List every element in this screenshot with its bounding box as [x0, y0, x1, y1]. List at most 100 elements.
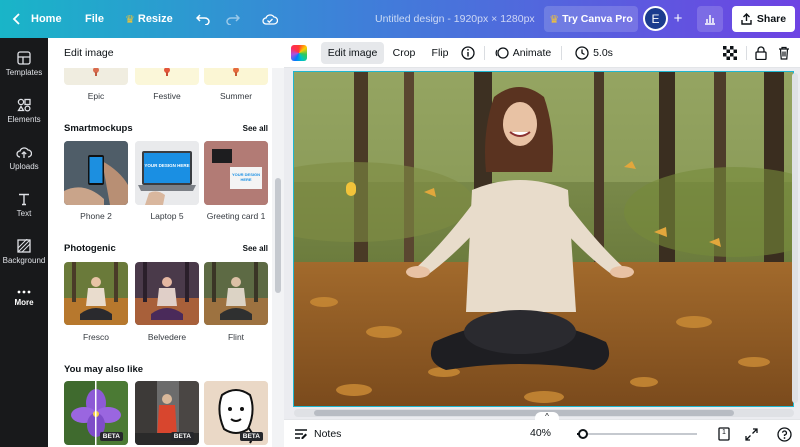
help-button[interactable]: [775, 425, 793, 443]
rail-label: More: [14, 298, 34, 307]
zoom-slider-knob[interactable]: [578, 429, 588, 439]
undo-button[interactable]: [196, 0, 210, 38]
rail-label: Background: [2, 256, 46, 265]
autumn-woman-photo: [294, 72, 793, 406]
panel-scroll-thumb[interactable]: [275, 178, 281, 293]
photogenic-caption: Fresco: [83, 332, 109, 342]
design-title[interactable]: Untitled design - 1920px × 1280px: [375, 0, 535, 38]
photogenic-thumb-flint[interactable]: [204, 262, 268, 325]
avatar[interactable]: E: [643, 6, 668, 31]
help-icon: [776, 426, 792, 442]
rail-item-elements[interactable]: Elements: [0, 89, 48, 133]
insights-button[interactable]: [697, 6, 723, 32]
page-count-button[interactable]: 1: [715, 425, 733, 443]
notes-icon: [295, 429, 307, 439]
rail-label: Elements: [7, 115, 41, 124]
photogenic-see-all-link[interactable]: See all: [243, 244, 268, 253]
bottom-bar: ^ Notes 40% 1: [284, 412, 800, 447]
color-picker-swatch[interactable]: [291, 45, 307, 61]
photogenic-thumb-fresco[interactable]: [64, 262, 128, 325]
filter-caption: Epic: [87, 91, 105, 101]
try-canva-pro-button[interactable]: ♛ Try Canva Pro: [544, 6, 638, 32]
phone-mockup-preview: [64, 141, 128, 205]
lock-icon: [755, 46, 767, 60]
home-button[interactable]: Home: [12, 0, 62, 38]
chevron-left-icon: [12, 13, 20, 25]
info-button[interactable]: [460, 42, 476, 64]
cloud-save-button[interactable]: [262, 0, 278, 38]
uploads-icon: [16, 147, 32, 158]
mockup-caption: Laptop 5: [150, 211, 184, 221]
editor-toolbar: Edit image Crop Flip Animate 5.0s: [284, 38, 800, 68]
beta-badge: BETA: [239, 432, 263, 441]
transparency-button[interactable]: [722, 42, 738, 64]
photogenic-heading: Photogenic: [64, 243, 116, 254]
resize-button[interactable]: ♛ Resize: [125, 0, 173, 38]
add-member-icon[interactable]: +: [670, 10, 686, 28]
elements-icon: [17, 98, 31, 112]
notes-label: Notes: [314, 428, 342, 440]
also-like-heading: You may also like: [64, 364, 144, 375]
top-bar: Home File ♛ Resize Untitled design - 192…: [0, 0, 800, 38]
notes-button[interactable]: Notes: [294, 425, 341, 443]
mockup-thumb-greeting-card[interactable]: YOUR DESIGN HERE: [204, 141, 268, 205]
mockup-thumb-phone[interactable]: [64, 141, 128, 205]
rail-label: Text: [16, 209, 32, 218]
edit-image-button[interactable]: Edit image: [321, 42, 384, 64]
canvas-area: [284, 69, 800, 419]
mockup-caption: Phone 2: [80, 211, 112, 221]
rail-item-background[interactable]: Background: [0, 230, 48, 274]
duration-button[interactable]: 5.0s: [573, 42, 615, 64]
redo-icon: [226, 14, 240, 25]
beta-badge: BETA: [170, 432, 194, 441]
canvas-vertical-scrollbar[interactable]: [792, 73, 798, 403]
cloud-check-icon: [262, 14, 278, 25]
rail-item-more[interactable]: More: [0, 276, 48, 320]
smartmockups-see-all-link[interactable]: See all: [243, 124, 268, 133]
redo-button[interactable]: [226, 0, 240, 38]
rail-label: Templates: [5, 68, 43, 77]
templates-icon: [17, 51, 31, 65]
canvas-photo[interactable]: [293, 71, 794, 407]
transparency-icon: [723, 46, 737, 60]
also-like-thumb-street[interactable]: BETA: [135, 381, 199, 445]
crown-icon: ♛: [125, 13, 135, 26]
photogenic-thumb-belvedere[interactable]: [135, 262, 199, 325]
panel-scrollbar[interactable]: [272, 38, 284, 447]
also-like-thumb-face-sketch[interactable]: BETA: [204, 381, 268, 445]
share-label: Share: [756, 13, 787, 25]
resize-label: Resize: [137, 13, 173, 25]
duration-label: 5.0s: [593, 47, 613, 59]
edit-image-panel: Edit image Epic Festive Summer Smartmock…: [48, 38, 284, 447]
photogenic-caption: Flint: [227, 332, 245, 342]
smartmockups-heading: Smartmockups: [64, 123, 133, 134]
canvas-horizontal-scroll-thumb[interactable]: [314, 410, 734, 416]
also-like-thumb-flower[interactable]: BETA: [64, 381, 128, 445]
filter-caption: Festive: [153, 91, 181, 101]
laptop-mockup-preview: [135, 141, 199, 205]
rail-item-uploads[interactable]: Uploads: [0, 136, 48, 180]
fullscreen-button[interactable]: [742, 425, 760, 443]
crop-button[interactable]: Crop: [390, 42, 418, 64]
rail-item-text[interactable]: Text: [0, 183, 48, 227]
more-icon: [17, 290, 31, 294]
rail-item-templates[interactable]: Templates: [0, 42, 48, 86]
fresco-preview: [64, 262, 128, 325]
file-menu-button[interactable]: File: [85, 0, 104, 38]
animate-button[interactable]: Animate: [493, 42, 553, 64]
info-icon: [461, 46, 475, 60]
delete-button[interactable]: [776, 42, 792, 64]
share-button[interactable]: Share: [732, 6, 795, 32]
zoom-slider[interactable]: [577, 429, 697, 439]
mockup-caption: Greeting card 1: [206, 211, 266, 221]
rail-label: Uploads: [9, 162, 39, 171]
zoom-level[interactable]: 40%: [530, 427, 551, 439]
belvedere-preview: [135, 262, 199, 325]
toolbar-divider: [561, 46, 562, 60]
lock-button[interactable]: [753, 42, 769, 64]
filter-caption: Summer: [219, 91, 253, 101]
expand-pages-button[interactable]: ^: [535, 412, 559, 422]
mockup-thumb-laptop[interactable]: YOUR DESIGN HERE: [135, 141, 199, 205]
background-icon: [17, 239, 31, 253]
flip-button[interactable]: Flip: [429, 42, 451, 64]
